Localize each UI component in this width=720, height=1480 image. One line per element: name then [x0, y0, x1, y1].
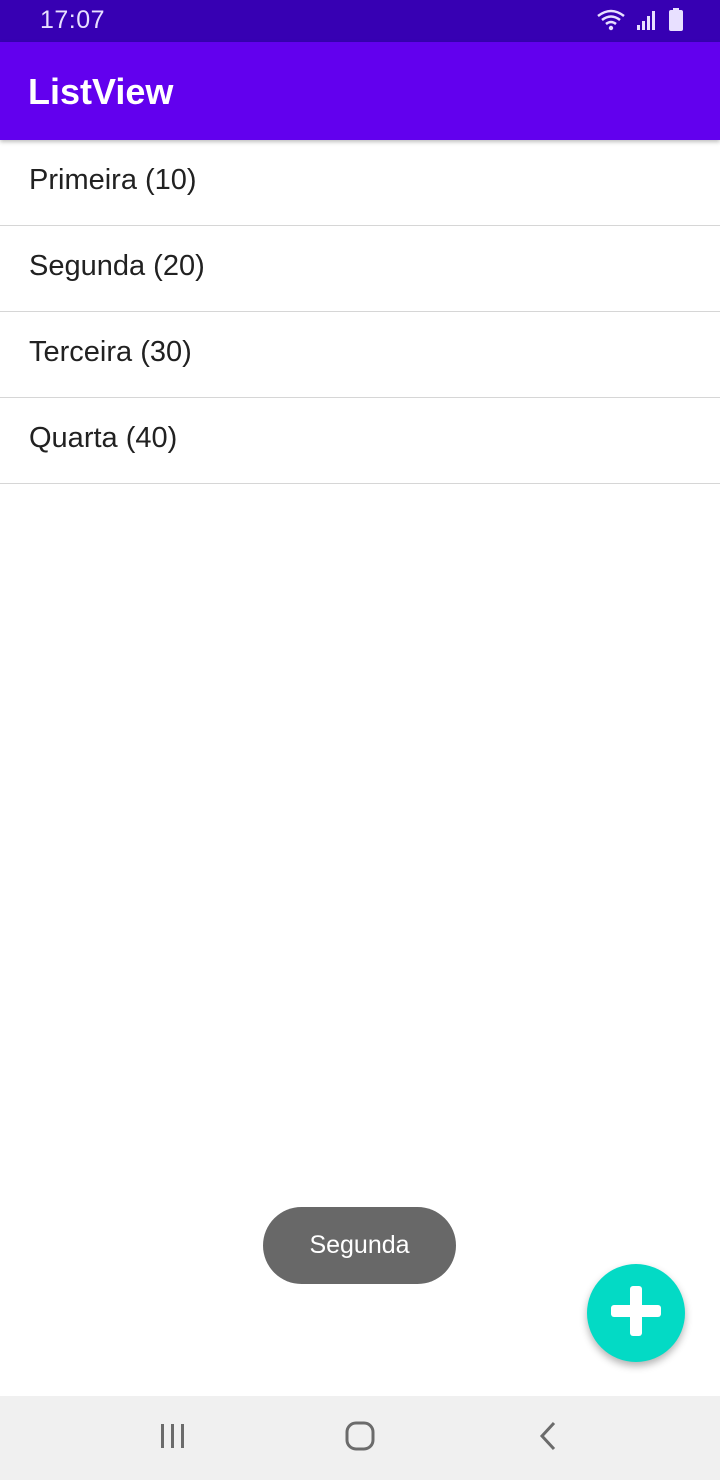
back-button[interactable] [528, 1418, 568, 1458]
recent-apps-icon [158, 1422, 188, 1455]
list-item[interactable]: Primeira (10) [0, 140, 720, 226]
signal-icon [636, 9, 658, 36]
back-icon [536, 1420, 560, 1457]
list-item-label: Segunda (20) [29, 250, 205, 282]
list-item-label: Quarta (40) [29, 422, 178, 454]
wifi-icon [596, 8, 626, 37]
add-button[interactable] [587, 1264, 685, 1362]
app-bar: ListView [0, 42, 720, 140]
toast-message: Segunda [263, 1207, 456, 1284]
list-item-label: Terceira (30) [29, 336, 192, 368]
app-title: ListView [28, 71, 174, 112]
list-item[interactable]: Segunda (20) [0, 226, 720, 312]
home-icon [344, 1420, 376, 1457]
recent-apps-button[interactable] [153, 1418, 193, 1458]
status-bar: 17:07 [0, 0, 720, 42]
list-item[interactable]: Quarta (40) [0, 398, 720, 484]
navigation-bar [0, 1396, 720, 1480]
list-item[interactable]: Terceira (30) [0, 312, 720, 398]
home-button[interactable] [340, 1418, 380, 1458]
list-view[interactable]: Primeira (10) Segunda (20) Terceira (30)… [0, 140, 720, 484]
plus-icon [609, 1284, 663, 1343]
status-icons [596, 8, 684, 37]
list-item-label: Primeira (10) [29, 164, 197, 196]
status-time: 17:07 [40, 6, 106, 34]
battery-icon [668, 8, 684, 37]
